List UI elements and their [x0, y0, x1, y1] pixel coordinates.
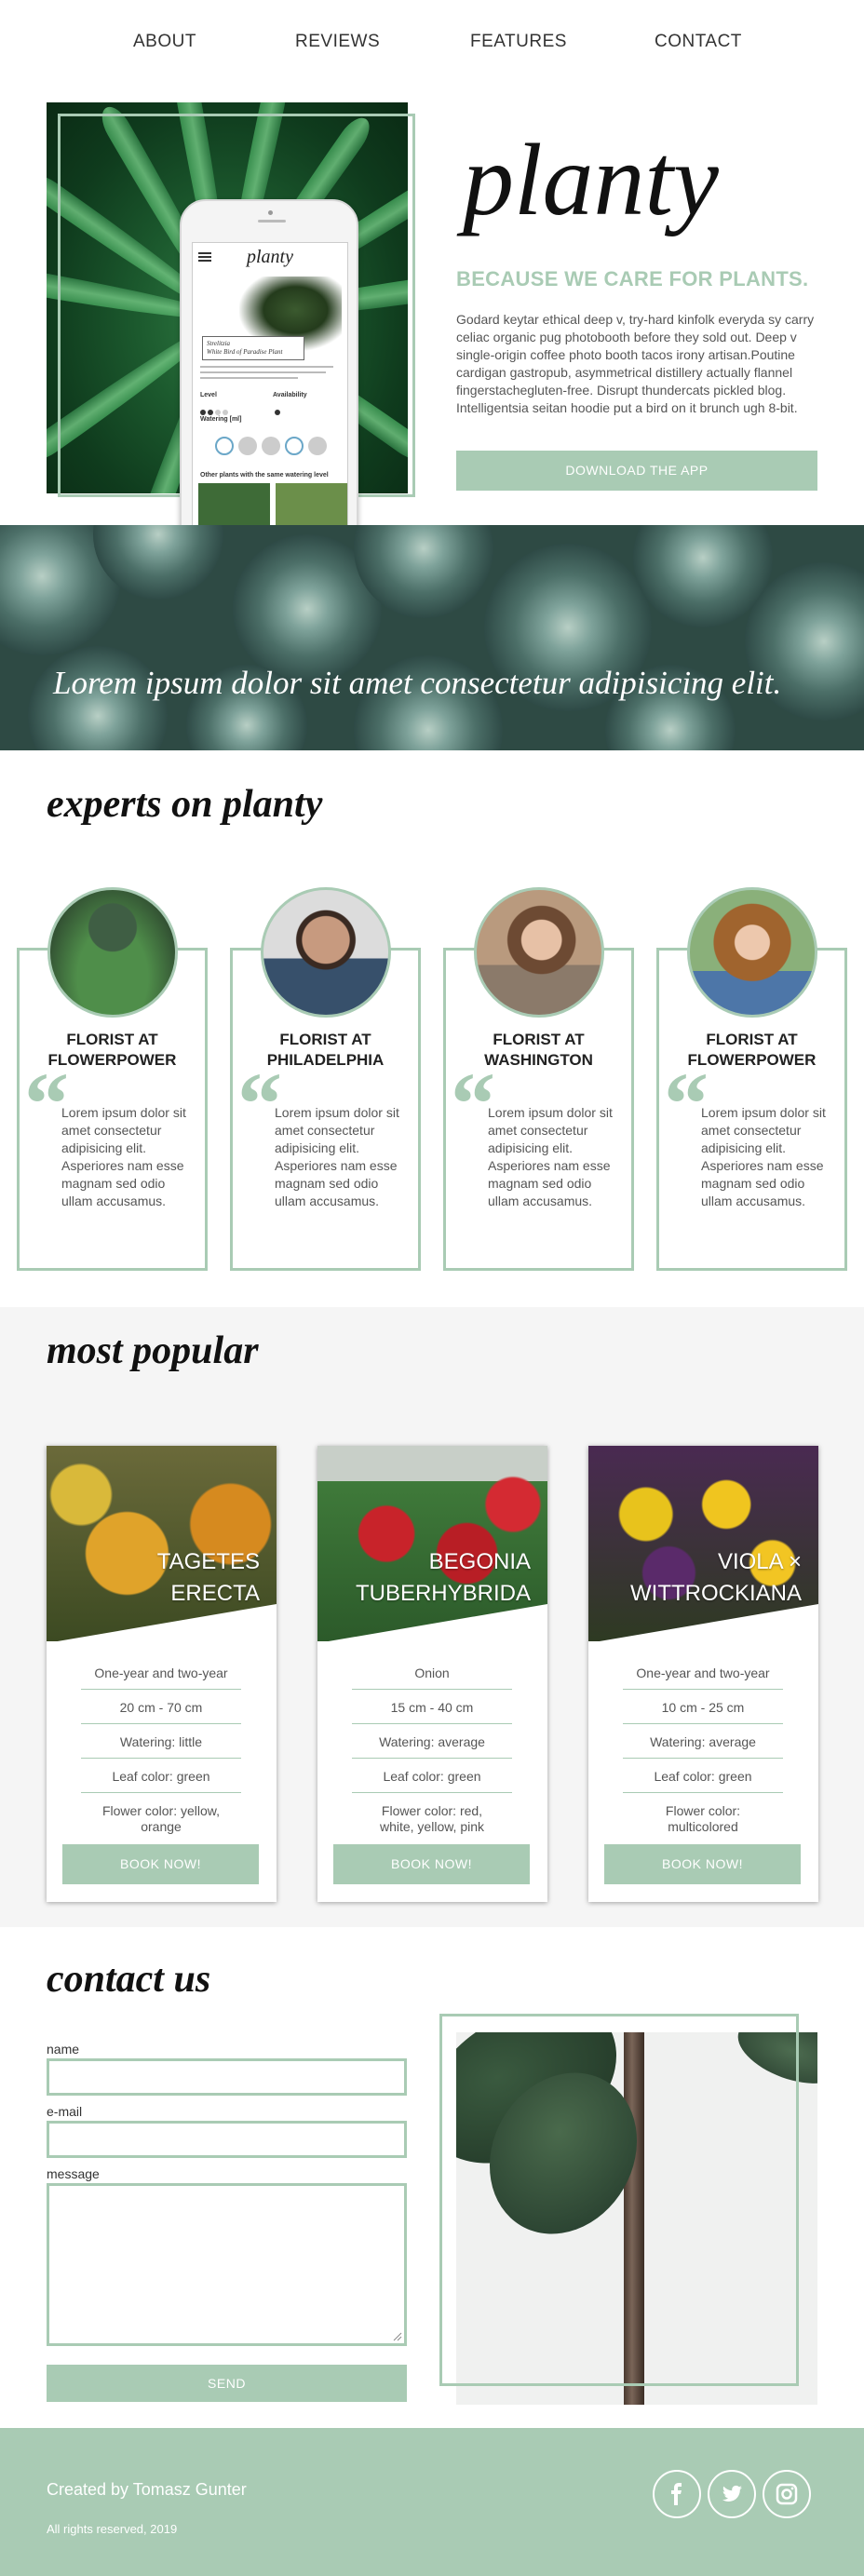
- book-now-button[interactable]: BOOK NOW!: [62, 1844, 259, 1884]
- nav-features[interactable]: FEATURES: [470, 32, 567, 52]
- email-field[interactable]: [47, 2121, 407, 2158]
- phone-speaker: [258, 220, 286, 223]
- contact-image-frame: [439, 2014, 799, 2386]
- phone-mockup: planty Strelitzia White Bird of Paradise…: [180, 199, 358, 569]
- phone-watering-label: Watering [ml]: [200, 416, 242, 423]
- popular-title: most popular: [47, 1329, 259, 1372]
- twitter-icon[interactable]: [708, 2470, 756, 2518]
- hero-description: Godard keytar ethical deep v, try-hard k…: [456, 312, 815, 415]
- plant-name-line1: VIOLA ×: [717, 1549, 802, 1574]
- send-button[interactable]: SEND: [47, 2365, 407, 2402]
- plant-name-line2: TUBERHYBRIDA: [355, 1581, 531, 1606]
- plant-height: 15 cm - 40 cm: [390, 1700, 474, 1715]
- book-now-button[interactable]: BOOK NOW!: [604, 1844, 801, 1884]
- message-field[interactable]: [47, 2183, 407, 2346]
- plant-height: 10 cm - 25 cm: [661, 1700, 745, 1715]
- phone-app-logo: planty: [247, 247, 293, 267]
- banner-quote: Lorem ipsum dolor sit amet consectetur a…: [53, 665, 782, 701]
- plant-leaf-color: Leaf color: green: [112, 1769, 210, 1784]
- plant-name: TAGETES ERECTA: [157, 1546, 260, 1610]
- phone-screen: planty Strelitzia White Bird of Paradise…: [192, 242, 348, 526]
- plant-type: One-year and two-year: [94, 1666, 228, 1680]
- contact-title: contact us: [47, 1958, 211, 2001]
- plant-type: One-year and two-year: [636, 1666, 770, 1680]
- succulent-banner: [0, 525, 864, 750]
- hero-logo: planty: [463, 123, 719, 236]
- phone-availability-dot: [275, 403, 282, 420]
- nav-contact[interactable]: CONTACT: [655, 32, 742, 52]
- expert-quote: Lorem ipsum dolor sit amet consectetur a…: [488, 1105, 613, 1208]
- plant-watering: Watering: little: [119, 1734, 203, 1749]
- name-label: name: [47, 2042, 80, 2057]
- nav-reviews[interactable]: REVIEWS: [295, 32, 380, 52]
- name-field[interactable]: [47, 2058, 407, 2096]
- phone-tag-line1: Strelitzia: [207, 340, 231, 347]
- plant-type: Onion: [414, 1666, 450, 1680]
- facebook-icon[interactable]: [653, 2470, 701, 2518]
- phone-other-plants: Other plants with the same watering leve…: [200, 472, 329, 479]
- footer-credit: Created by Tomasz Gunter: [47, 2480, 247, 2499]
- phone-plant-thumbnails: [198, 483, 347, 525]
- footer: Created by Tomasz Gunter All rights rese…: [0, 2428, 864, 2576]
- expert-quote: Lorem ipsum dolor sit amet consectetur a…: [61, 1105, 186, 1208]
- email-label: e-mail: [47, 2104, 83, 2119]
- expert-quote: Lorem ipsum dolor sit amet consectetur a…: [275, 1105, 399, 1208]
- resize-handle-icon[interactable]: [393, 2332, 402, 2341]
- footer-rights: All rights reserved, 2019: [47, 2522, 178, 2536]
- phone-availability-label: Availability: [273, 392, 307, 398]
- phone-camera: [268, 210, 273, 215]
- menu-icon: [198, 252, 211, 254]
- plant-name-line2: ERECTA: [170, 1581, 260, 1606]
- plant-card: VIOLA × WITTROCKIANA One-year and two-ye…: [588, 1446, 818, 1902]
- plant-name-line1: TAGETES: [156, 1549, 260, 1574]
- plant-name: BEGONIA TUBERHYBRIDA: [356, 1546, 531, 1610]
- message-label: message: [47, 2166, 100, 2181]
- plant-name-line2: WITTROCKIANA: [630, 1581, 802, 1606]
- expert-quote: Lorem ipsum dolor sit amet consectetur a…: [701, 1105, 826, 1208]
- phone-text-lines: [200, 366, 340, 383]
- instagram-icon[interactable]: [763, 2470, 811, 2518]
- avatar: [687, 887, 817, 1018]
- plant-flower-color: Flower color: yellow, orange: [101, 1803, 221, 1834]
- plant-card: BEGONIA TUBERHYBRIDA Onion 15 cm - 40 cm…: [317, 1446, 547, 1902]
- plant-card: TAGETES ERECTA One-year and two-year 20 …: [47, 1446, 277, 1902]
- avatar: [47, 887, 178, 1018]
- phone-watering-circles: [215, 437, 331, 460]
- plant-name: VIOLA × WITTROCKIANA: [630, 1546, 802, 1610]
- page: ABOUT REVIEWS FEATURES CONTACT planty St…: [0, 0, 864, 2576]
- plant-watering: Watering: average: [379, 1734, 485, 1749]
- hero-subtitle: BECAUSE WE CARE FOR PLANTS.: [456, 267, 809, 290]
- plant-flower-color: Flower color: multicolored: [665, 1803, 741, 1834]
- phone-tag-line2: White Bird of Paradise Plant: [207, 348, 283, 356]
- nav-about[interactable]: ABOUT: [133, 32, 196, 52]
- plant-watering: Watering: average: [650, 1734, 756, 1749]
- plant-name-line1: BEGONIA: [428, 1549, 531, 1574]
- plant-leaf-color: Leaf color: green: [383, 1769, 481, 1784]
- download-app-button[interactable]: DOWNLOAD THE APP: [456, 451, 817, 491]
- plant-flower-color: Flower color: red, white, yellow, pink: [379, 1803, 485, 1834]
- avatar: [261, 887, 391, 1018]
- phone-plant-tag: Strelitzia White Bird of Paradise Plant: [202, 336, 304, 360]
- avatar: [474, 887, 604, 1018]
- book-now-button[interactable]: BOOK NOW!: [333, 1844, 530, 1884]
- plant-height: 20 cm - 70 cm: [119, 1700, 203, 1715]
- plant-leaf-color: Leaf color: green: [654, 1769, 752, 1784]
- phone-level-label: Level: [200, 392, 217, 398]
- top-nav: ABOUT REVIEWS FEATURES CONTACT: [0, 0, 864, 88]
- experts-title: experts on planty: [47, 783, 323, 826]
